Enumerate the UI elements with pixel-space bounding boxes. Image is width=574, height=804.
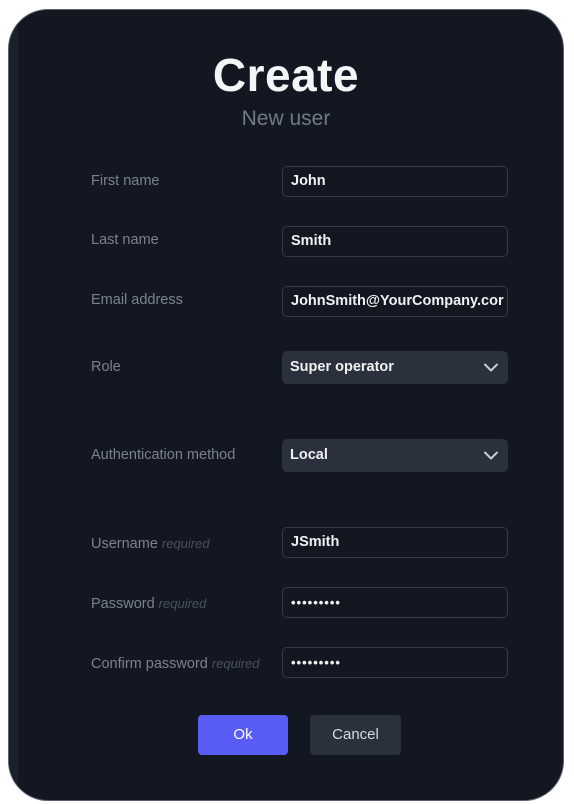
password-label-text: Password xyxy=(91,596,155,612)
chevron-down-icon xyxy=(484,363,498,372)
email-label: Email address xyxy=(91,292,183,308)
username-required-hint: required xyxy=(161,536,210,551)
first-name-field[interactable]: John xyxy=(282,166,508,197)
dialog-title: Create xyxy=(212,49,360,101)
username-field[interactable]: JSmith xyxy=(282,527,508,558)
create-user-dialog: Create New user First name John Last nam… xyxy=(8,9,564,801)
auth-method-selected-value: Local xyxy=(290,447,328,463)
password-field[interactable]: ••••••••• xyxy=(282,587,508,618)
role-label-text: Role xyxy=(91,359,121,375)
email-label-text: Email address xyxy=(91,292,183,308)
auth-method-label-text: Authentication method xyxy=(91,447,236,463)
role-select[interactable]: Super operator xyxy=(282,351,508,384)
role-selected-value: Super operator xyxy=(290,359,394,375)
chevron-down-icon xyxy=(484,451,498,460)
role-label: Role xyxy=(91,359,121,375)
auth-method-label: Authentication method xyxy=(91,447,235,463)
confirm-password-field[interactable]: ••••••••• xyxy=(282,647,508,678)
password-label: Password required xyxy=(91,596,206,612)
confirm-password-label-text: Confirm password xyxy=(91,656,208,672)
last-name-label: Last name xyxy=(91,232,159,248)
password-required-hint: required xyxy=(158,596,207,611)
cancel-button[interactable]: Cancel xyxy=(310,715,401,755)
confirm-password-label: Confirm password required xyxy=(91,656,260,672)
ok-button[interactable]: Ok xyxy=(198,715,288,755)
auth-method-select[interactable]: Local xyxy=(282,439,508,472)
username-label: Username required xyxy=(91,536,210,552)
dialog-subtitle: New user xyxy=(241,107,331,130)
last-name-label-text: Last name xyxy=(91,232,159,248)
first-name-label-text: First name xyxy=(91,173,160,189)
confirm-password-required-hint: required xyxy=(211,656,260,671)
username-label-text: Username xyxy=(91,536,158,552)
email-field[interactable]: JohnSmith@YourCompany.cor xyxy=(282,286,508,317)
first-name-label: First name xyxy=(91,173,160,189)
last-name-field[interactable]: Smith xyxy=(282,226,508,257)
